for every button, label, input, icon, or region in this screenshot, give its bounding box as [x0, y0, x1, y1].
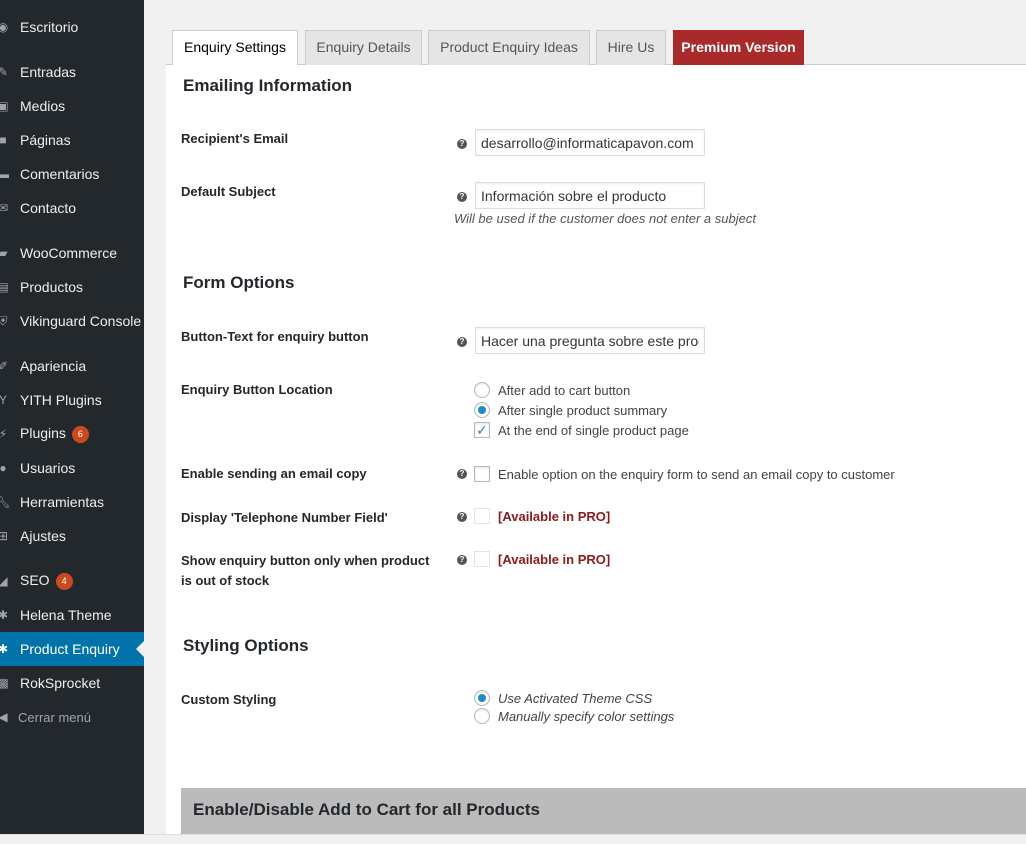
out-of-stock-option: [Available in PRO]	[474, 550, 610, 568]
default-subject-description: Will be used if the customer does not en…	[454, 211, 756, 226]
default-subject-label: Default Subject	[181, 184, 276, 199]
plugins-label: Plugins	[20, 425, 66, 442]
tab-product-enquiry-ideas[interactable]: Product Enquiry Ideas	[428, 30, 590, 65]
settings-panel: Emailing Information Recipient's Email ?…	[166, 65, 1026, 834]
plugin-icon: ⚡	[0, 427, 8, 441]
email-copy-label: Enable sending an email copy	[181, 466, 367, 481]
sidebar-item-escritorio[interactable]: ◉ Escritorio	[0, 10, 144, 44]
location-option-after-summary[interactable]: After single product summary	[474, 401, 667, 419]
styling-option-manual-colors[interactable]: Manually specify color settings	[474, 707, 674, 725]
location-option-end-of-page[interactable]: ✓ At the end of single product page	[474, 421, 689, 439]
tab-enquiry-details[interactable]: Enquiry Details	[305, 30, 422, 65]
help-icon[interactable]: ?	[457, 555, 467, 565]
wrench-icon: 🔧︎	[0, 495, 11, 509]
email-copy-checkbox[interactable]	[474, 466, 490, 482]
default-subject-input[interactable]	[475, 182, 705, 209]
bottom-status-bar	[0, 834, 1026, 844]
add-to-cart-section-title: Enable/Disable Add to Cart for all Produ…	[193, 800, 540, 819]
email-copy-option-label: Enable option on the enquiry form to sen…	[498, 466, 895, 482]
sidebar-item-productos[interactable]: ▤ Productos	[0, 270, 144, 304]
tab-hire-us[interactable]: Hire Us	[596, 30, 666, 65]
yith-icon: Y	[0, 393, 7, 407]
woo-icon: ▰	[0, 246, 8, 260]
pro-only-notice: [Available in PRO]	[498, 508, 611, 524]
mail-icon: ✉	[0, 201, 9, 215]
location-option-label: At the end of single product page	[498, 422, 689, 438]
comment-icon: ▬	[0, 167, 9, 181]
sidebar-item-contacto[interactable]: ✉ Contacto	[0, 191, 144, 225]
styling-section-title: Styling Options	[183, 636, 309, 655]
gear-icon: ✱	[0, 642, 9, 656]
page-icon: ■	[0, 133, 7, 147]
plugins-update-badge: 6	[71, 425, 89, 443]
styling-option-label: Manually specify color settings	[498, 708, 675, 724]
dashboard-icon: ◉	[0, 20, 9, 34]
sidebar-item-product-enquiry[interactable]: ✱ Product Enquiry	[0, 632, 144, 666]
collapse-arrow-icon: ◀	[0, 710, 8, 724]
media-icon: ▣	[0, 99, 9, 113]
sidebar-item-comentarios[interactable]: ▬ Comentarios	[0, 157, 144, 191]
sidebar-item-vikinguard[interactable]: ⛨ Vikinguard Console	[0, 304, 144, 338]
location-radio-after-add-to-cart[interactable]	[474, 382, 490, 398]
location-option-after-add-to-cart[interactable]: After add to cart button	[474, 381, 630, 399]
add-to-cart-section-header[interactable]: Enable/Disable Add to Cart for all Produ…	[181, 788, 1026, 834]
help-icon[interactable]: ?	[457, 192, 467, 202]
styling-option-label: Use Activated Theme CSS	[498, 690, 653, 706]
sidebar-item-seo[interactable]: ◢ SEO 4	[0, 564, 144, 598]
admin-sidebar: ◉ Escritorio ✎ Entradas ▣ Medios ■ Págin…	[0, 0, 144, 834]
seo-notification-badge: 4	[55, 572, 73, 590]
custom-styling-label: Custom Styling	[181, 692, 277, 707]
user-icon: ●	[0, 461, 7, 475]
tab-enquiry-settings[interactable]: Enquiry Settings	[172, 30, 298, 66]
telephone-field-label: Display 'Telephone Number Field'	[181, 510, 388, 525]
pin-icon: ✎	[0, 65, 9, 79]
sidebar-item-herramientas[interactable]: 🔧︎ Herramientas	[0, 485, 144, 519]
enquiry-button-location-label: Enquiry Button Location	[181, 382, 333, 397]
rok-icon: ▩	[0, 676, 9, 690]
location-option-label: After single product summary	[498, 402, 668, 418]
styling-radio-manual-colors[interactable]	[474, 708, 490, 724]
archive-icon: ▤	[0, 280, 9, 294]
sidebar-item-yith[interactable]: Y YITH Plugins	[0, 383, 144, 417]
email-copy-option[interactable]: Enable option on the enquiry form to sen…	[474, 465, 895, 483]
button-text-input[interactable]	[475, 327, 705, 354]
sidebar-item-usuarios[interactable]: ● Usuarios	[0, 451, 144, 485]
sidebar-item-entradas[interactable]: ✎ Entradas	[0, 55, 144, 89]
gear-icon: ✱	[0, 608, 9, 622]
seo-icon: ◢	[0, 574, 8, 588]
sidebar-item-medios[interactable]: ▣ Medios	[0, 89, 144, 123]
shield-icon: ⛨	[0, 313, 8, 328]
tab-premium-version[interactable]: Premium Version	[673, 30, 804, 65]
location-radio-after-summary[interactable]	[474, 402, 490, 418]
recipient-email-input[interactable]	[475, 129, 705, 156]
sidebar-item-ajustes[interactable]: ⊞ Ajustes	[0, 519, 144, 553]
sidebar-item-helena-theme[interactable]: ✱ Helena Theme	[0, 598, 144, 632]
seo-label: SEO	[20, 572, 50, 589]
emailing-section-title: Emailing Information	[183, 76, 353, 95]
pro-only-notice: [Available in PRO]	[498, 551, 611, 567]
sidebar-item-woocommerce[interactable]: ▰ WooCommerce	[0, 236, 144, 270]
styling-radio-theme-css[interactable]	[474, 690, 490, 706]
brush-icon: ✐	[0, 359, 9, 373]
help-icon[interactable]: ?	[457, 337, 467, 347]
help-icon[interactable]: ?	[457, 512, 467, 522]
sidebar-item-paginas[interactable]: ■ Páginas	[0, 123, 144, 157]
location-option-label: After add to cart button	[498, 382, 631, 398]
recipient-email-label: Recipient's Email	[181, 131, 289, 146]
location-checkbox-end-of-page[interactable]: ✓	[474, 422, 490, 438]
out-of-stock-label: Show enquiry button only when product is…	[181, 553, 430, 588]
styling-option-theme-css[interactable]: Use Activated Theme CSS	[474, 689, 652, 707]
button-text-label: Button-Text for enquiry button	[181, 329, 369, 344]
out-of-stock-checkbox-disabled	[474, 551, 490, 567]
collapse-menu-button[interactable]: ◀ Cerrar menú	[0, 700, 144, 734]
sidebar-item-roksprocket[interactable]: ▩ RokSprocket	[0, 666, 144, 700]
sidebar-item-plugins[interactable]: ⚡ Plugins 6	[0, 417, 144, 451]
telephone-checkbox-disabled	[474, 508, 490, 524]
form-options-section-title: Form Options	[183, 273, 295, 292]
help-icon[interactable]: ?	[457, 469, 467, 479]
sidebar-item-apariencia[interactable]: ✐ Apariencia	[0, 349, 144, 383]
help-icon[interactable]: ?	[457, 139, 467, 149]
telephone-field-option: [Available in PRO]	[474, 507, 610, 525]
settings-icon: ⊞	[0, 529, 9, 543]
